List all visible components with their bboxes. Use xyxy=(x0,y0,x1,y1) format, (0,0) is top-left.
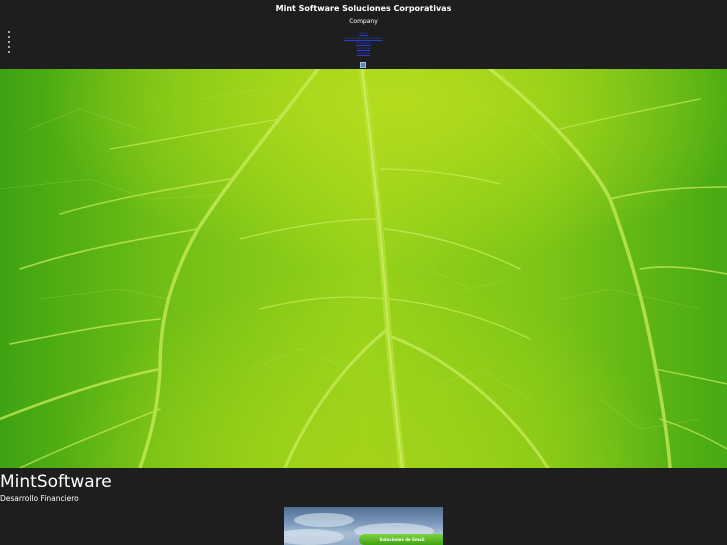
nav-link-contacto[interactable]: Contacto xyxy=(0,51,727,56)
main-nav: Inicio Soluciones Empresariales Producto… xyxy=(0,31,727,56)
site-header: Mint Software Soluciones Corporativas Co… xyxy=(0,0,727,69)
site-title: Mint Software Soluciones Corporativas xyxy=(275,4,452,13)
cloud-shape xyxy=(284,529,344,545)
broken-image-icon[interactable] xyxy=(360,62,366,68)
email-solutions-banner[interactable]: Soluciones de Email xyxy=(284,507,443,545)
hero-leaf-image xyxy=(0,69,727,468)
leaf-veins-graphic xyxy=(0,69,727,468)
company-label: Company xyxy=(349,18,378,25)
brand-tagline: Desarrollo Financiero xyxy=(0,494,79,503)
email-solutions-badge[interactable]: Soluciones de Email xyxy=(359,534,443,545)
brand-name: MintSoftware xyxy=(0,472,112,492)
cloud-shape xyxy=(294,513,354,527)
